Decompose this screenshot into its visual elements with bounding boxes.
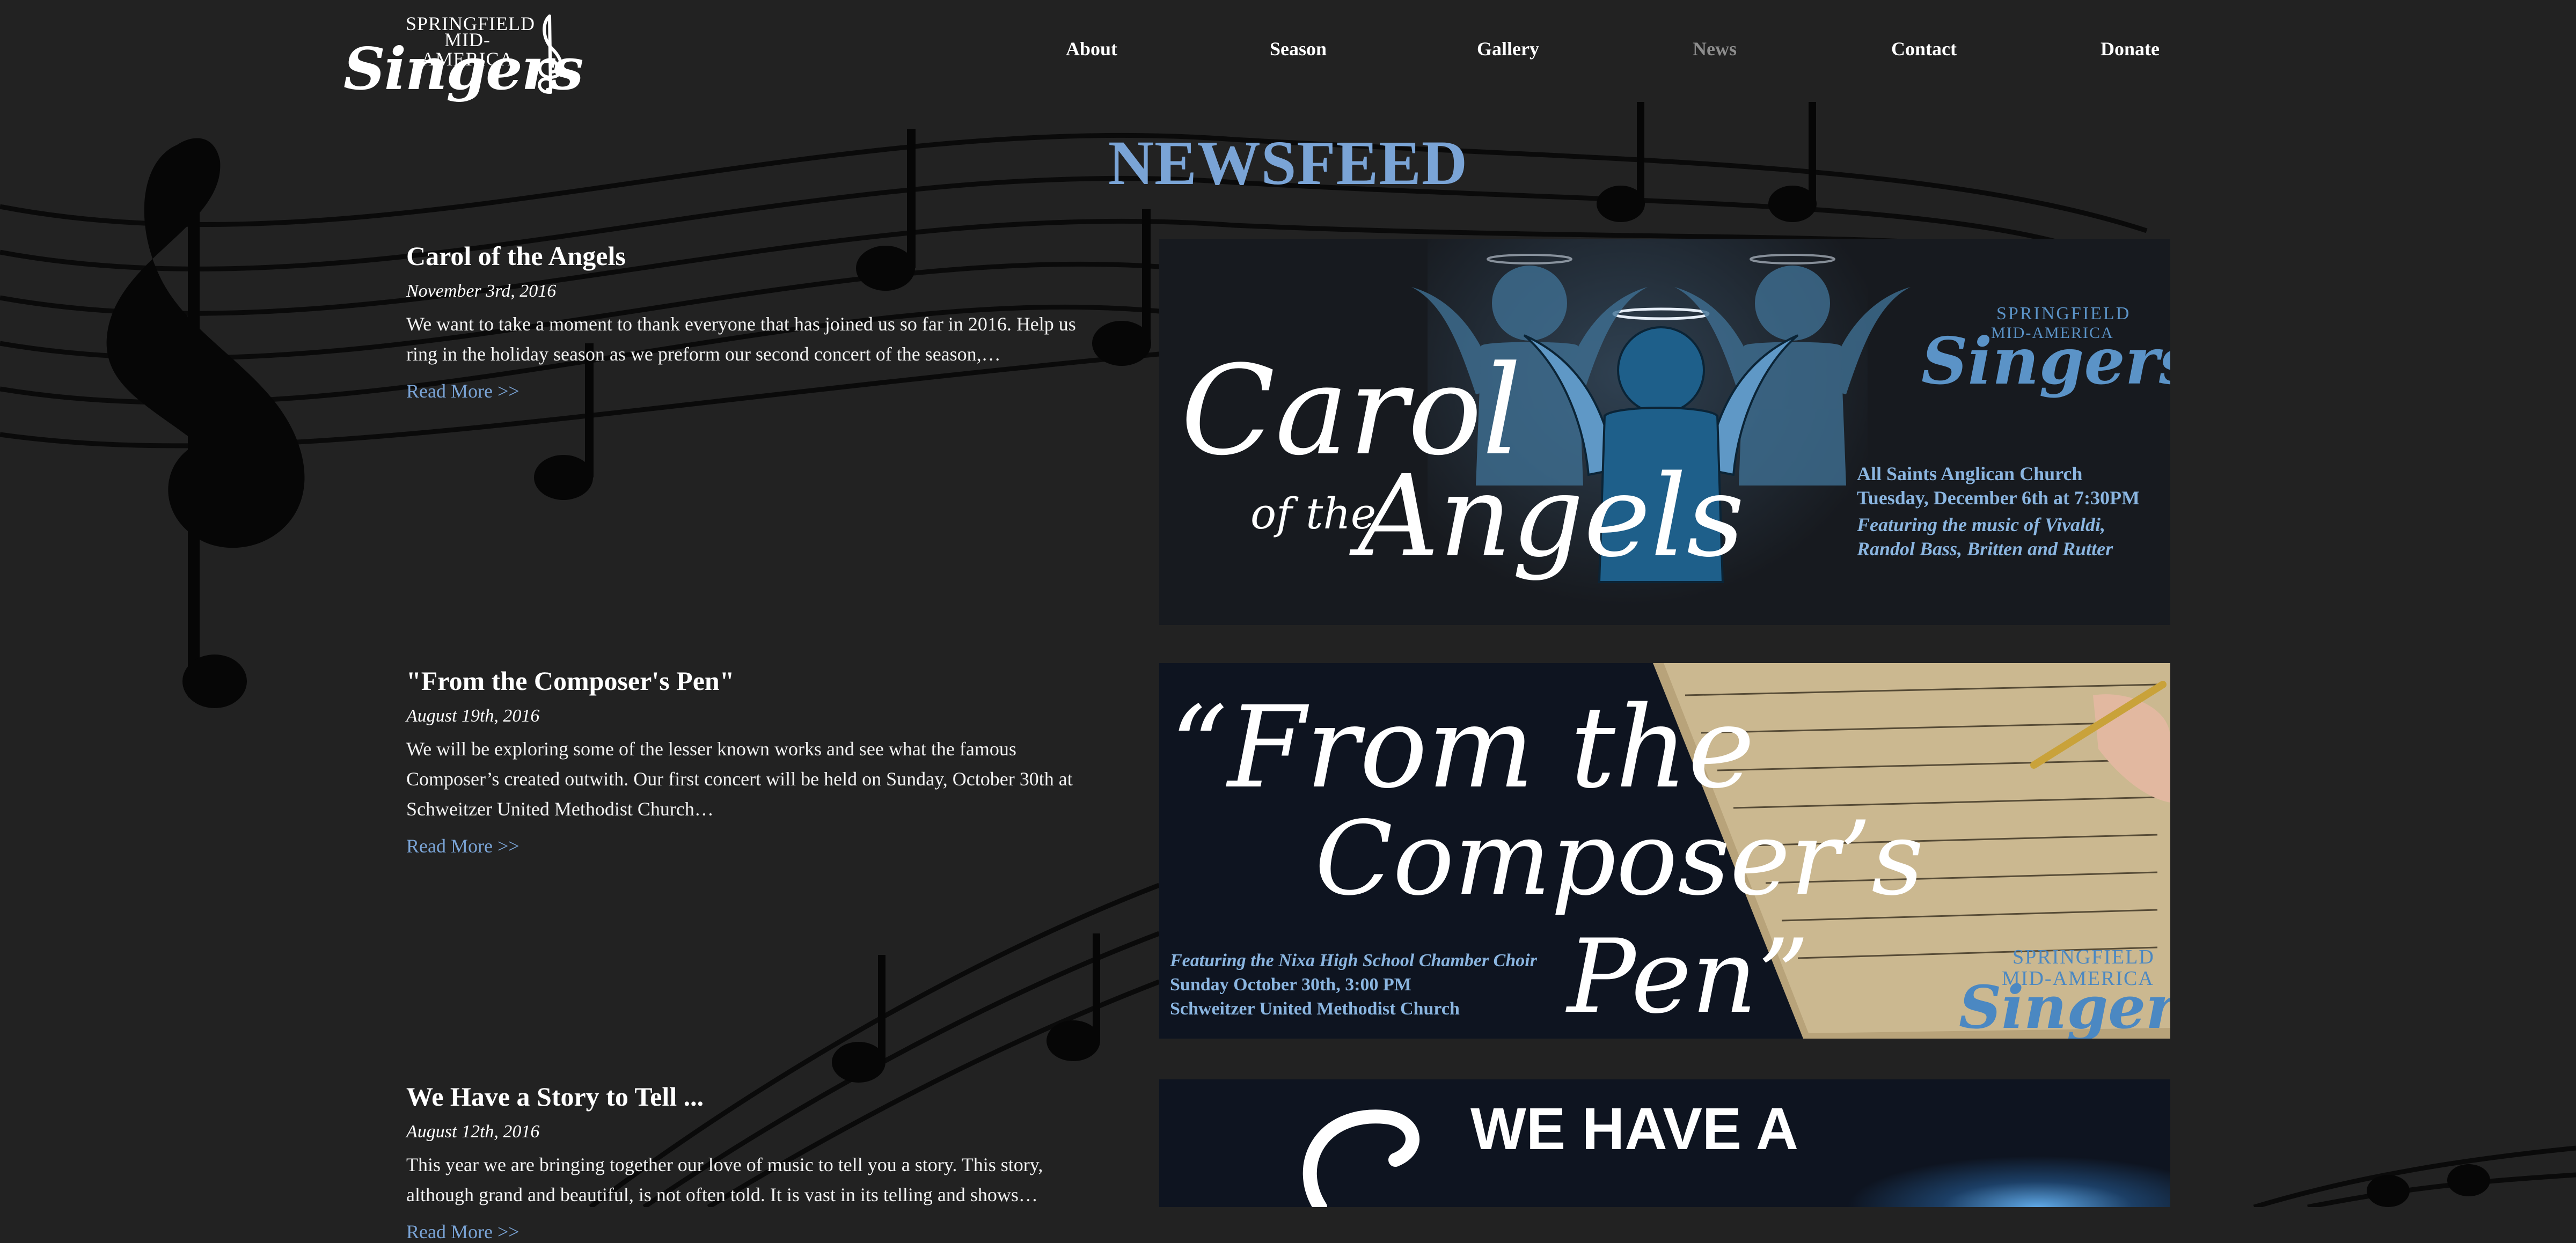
post-title[interactable]: "From the Composer's Pen": [406, 665, 1082, 696]
banner-headline: WE HAVE A: [1470, 1096, 1798, 1162]
nav-link-about[interactable]: About: [1066, 38, 1117, 60]
news-post: "From the Composer's Pen" August 19th, 2…: [406, 665, 1082, 857]
banner-info-music: Featuring the music of Vivaldi,: [1856, 514, 2105, 535]
banner-info-composers: Randol Bass, Britten and Rutter: [1856, 538, 2113, 560]
we-have-a-story-banner-image: WE HAVE A: [1159, 1079, 2170, 1207]
nav-link-gallery[interactable]: Gallery: [1477, 38, 1539, 60]
post-title[interactable]: Carol of the Angels: [406, 240, 1082, 271]
post-banner-from-the-composers-pen[interactable]: “From the Composer’s Pen” Featuring the …: [1159, 663, 2170, 1039]
site-header: SPRINGFIELD MID-AMERICA Singers About Se…: [0, 0, 2576, 102]
banner-brand-singers: Singers: [1959, 973, 2170, 1039]
post-excerpt: We want to take a moment to thank everyo…: [406, 313, 1076, 365]
banner-brand-springfield: SPRINGFIELD: [1996, 304, 2131, 323]
post-date: August 19th, 2016: [406, 706, 540, 726]
post-excerpt: We will be exploring some of the lesser …: [406, 738, 1073, 820]
post-title[interactable]: We Have a Story to Tell ...: [406, 1081, 1082, 1112]
read-more-link[interactable]: Read More >>: [406, 380, 519, 402]
banner-brand-singers: Singers: [1921, 323, 2170, 399]
news-post: Carol of the Angels November 3rd, 2016 W…: [406, 240, 1082, 402]
banner-script-pen: Pen”: [1565, 917, 1809, 1036]
treble-clef-icon: [538, 14, 564, 94]
banner-brand-springfield: SPRINGFIELD: [2012, 946, 2155, 968]
nav-link-season[interactable]: Season: [1270, 38, 1327, 60]
read-more-link[interactable]: Read More >>: [406, 835, 519, 857]
banner-info-date: Tuesday, December 6th at 7:30PM: [1857, 487, 2140, 509]
nav-link-news[interactable]: News: [1693, 38, 1737, 60]
read-more-link[interactable]: Read More >>: [406, 1221, 519, 1242]
banner-info-venue: All Saints Anglican Church: [1857, 463, 2082, 484]
banner-info-venue: Schweitzer United Methodist Church: [1170, 999, 1460, 1019]
banner-script-angels: Angels: [1349, 451, 1745, 582]
post-banner-carol-of-the-angels[interactable]: Carol of the Angels SPRINGFIELD MID-AMER…: [1159, 239, 2170, 625]
nav-link-donate[interactable]: Donate: [2101, 38, 2160, 60]
carol-of-the-angels-banner-image: Carol of the Angels SPRINGFIELD MID-AMER…: [1159, 239, 2170, 625]
banner-script-composers: Composer’s: [1315, 799, 1924, 918]
nav-link-contact[interactable]: Contact: [1891, 38, 1957, 60]
main-navigation: About Season Gallery News Contact Donate: [1020, 38, 2179, 70]
composers-pen-banner-image: “From the Composer’s Pen” Featuring the …: [1159, 663, 2170, 1039]
post-date: November 3rd, 2016: [406, 281, 557, 301]
banner-info-date: Sunday October 30th, 3:00 PM: [1170, 975, 1411, 995]
site-logo[interactable]: SPRINGFIELD MID-AMERICA Singers: [343, 12, 583, 99]
post-banner-we-have-a-story[interactable]: WE HAVE A: [1159, 1079, 2170, 1207]
banner-info-featuring: Featuring the Nixa High School Chamber C…: [1169, 951, 1538, 970]
page-title: NEWSFEED: [1108, 128, 1468, 198]
news-post: We Have a Story to Tell ... August 12th,…: [406, 1081, 1082, 1243]
banner-script-from-the: “From the: [1170, 682, 1755, 813]
post-date: August 12th, 2016: [406, 1122, 540, 1142]
post-excerpt: This year we are bringing together our l…: [406, 1154, 1043, 1205]
